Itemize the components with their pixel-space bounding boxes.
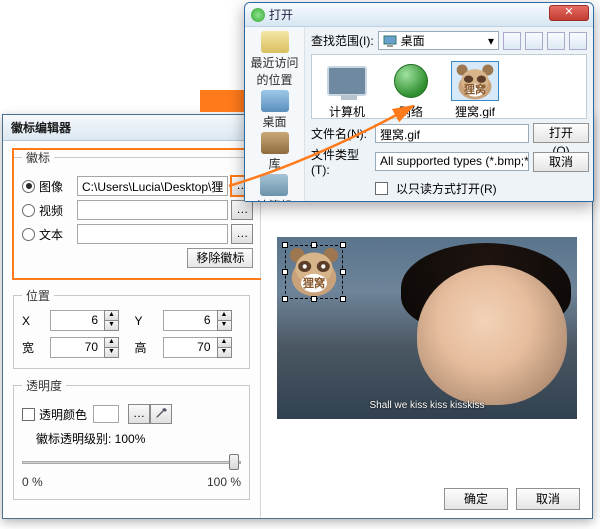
file-item-computer[interactable]: 计算机 bbox=[318, 61, 376, 112]
transparent-color-label: 透明颜色 bbox=[39, 406, 87, 423]
readonly-label: 以只读方式打开(R) bbox=[396, 180, 497, 197]
open-titlebar[interactable]: 打开 ✕ bbox=[245, 3, 593, 27]
x-up[interactable]: ▲ bbox=[104, 310, 119, 320]
raccoon-icon: 狸窝 bbox=[453, 62, 497, 100]
editor-title-text: 徽标编辑器 bbox=[11, 119, 71, 136]
w-down[interactable]: ▼ bbox=[104, 347, 119, 358]
value-h[interactable]: 70 bbox=[163, 337, 217, 358]
filename-label: 文件名(N): bbox=[311, 125, 371, 142]
value-y[interactable]: 6 bbox=[163, 310, 217, 331]
open-close-button[interactable]: ✕ bbox=[549, 5, 589, 21]
opacity-0: 0 % bbox=[22, 475, 43, 489]
value-w[interactable]: 70 bbox=[50, 337, 104, 358]
spinner-h[interactable]: 70 ▲▼ bbox=[163, 337, 242, 358]
transparent-color-checkbox[interactable] bbox=[22, 408, 35, 421]
open-cancel-button[interactable]: 取消 bbox=[533, 152, 589, 172]
label-x: X bbox=[22, 314, 44, 328]
eyedropper-button[interactable] bbox=[150, 404, 172, 424]
h-down[interactable]: ▼ bbox=[217, 347, 232, 358]
radio-image-label: 图像 bbox=[39, 178, 77, 195]
label-w: 宽 bbox=[22, 339, 44, 356]
nav-up-button[interactable] bbox=[525, 32, 543, 50]
open-button[interactable]: 打开(O) bbox=[533, 123, 589, 143]
open-dialog-icon bbox=[251, 8, 265, 22]
lookin-label: 查找范围(I): bbox=[311, 32, 374, 49]
video-browse-button[interactable]: … bbox=[231, 200, 253, 220]
text-browse-button[interactable]: … bbox=[231, 224, 253, 244]
spinner-y[interactable]: 6 ▲▼ bbox=[163, 310, 242, 331]
radio-text-label: 文本 bbox=[39, 226, 77, 243]
position-group: 位置 X 6 ▲▼ Y 6 ▲▼ 宽 70 ▲▼ bbox=[13, 287, 250, 369]
nav-newfolder-button[interactable] bbox=[547, 32, 565, 50]
desktop-icon bbox=[383, 35, 397, 47]
place-computer[interactable]: 计算机 bbox=[256, 174, 292, 201]
nav-views-button[interactable] bbox=[569, 32, 587, 50]
label-h: 高 bbox=[135, 339, 157, 356]
slider-thumb[interactable] bbox=[229, 454, 239, 470]
radio-image[interactable] bbox=[22, 180, 35, 193]
opacity-100: 100 % bbox=[207, 475, 241, 489]
label-y: Y bbox=[135, 314, 157, 328]
opacity-level-label: 徽标透明级别: 100% bbox=[36, 430, 241, 447]
text-input[interactable] bbox=[77, 224, 228, 244]
place-desktop[interactable]: 桌面 bbox=[261, 90, 289, 130]
file-item-raccoon[interactable]: 狸窝 狸窝.gif bbox=[446, 61, 504, 112]
file-item-network[interactable]: 网络 bbox=[382, 61, 440, 112]
spinner-x[interactable]: 6 ▲▼ bbox=[50, 310, 129, 331]
filetype-label: 文件类型(T): bbox=[311, 146, 371, 177]
filename-input[interactable]: 狸窝.gif bbox=[375, 124, 529, 143]
x-down[interactable]: ▼ bbox=[104, 320, 119, 331]
open-dialog: 打开 ✕ 最近访问的位置 桌面 库 计算机 网络 查找范围(I): 桌面 ▾ bbox=[244, 2, 594, 202]
remove-badge-button[interactable]: 移除徽标 bbox=[187, 248, 253, 268]
y-up[interactable]: ▲ bbox=[217, 310, 232, 320]
svg-text:狸窝: 狸窝 bbox=[302, 276, 325, 290]
transparency-legend: 透明度 bbox=[22, 377, 66, 394]
place-recent[interactable]: 最近访问的位置 bbox=[245, 31, 304, 88]
nav-back-button[interactable] bbox=[503, 32, 521, 50]
position-legend: 位置 bbox=[22, 287, 54, 304]
radio-video-label: 视频 bbox=[39, 202, 77, 219]
h-up[interactable]: ▲ bbox=[217, 337, 232, 347]
readonly-checkbox[interactable] bbox=[375, 182, 388, 195]
radio-video[interactable] bbox=[22, 204, 35, 217]
y-down[interactable]: ▼ bbox=[217, 320, 232, 331]
transparent-color-swatch[interactable] bbox=[93, 405, 119, 423]
place-lib[interactable]: 库 bbox=[261, 132, 289, 172]
file-list[interactable]: 计算机 网络 狸窝 bbox=[311, 54, 587, 119]
preview-subtitle: Shall we kiss kiss kisskiss bbox=[277, 400, 577, 411]
transparency-group: 透明度 透明颜色 … 徽标透明级别: 100% 0 % 100 % bbox=[13, 377, 250, 500]
badge-overlay[interactable]: 狸窝 bbox=[285, 245, 343, 299]
eyedropper-icon bbox=[154, 407, 168, 421]
badge-source-group: 徽标 图像 C:\Users\Lucia\Desktop\狸 … 视频 … 文本 bbox=[13, 149, 262, 279]
places-bar: 最近访问的位置 桌面 库 计算机 网络 bbox=[245, 27, 305, 201]
editor-cancel-button[interactable]: 取消 bbox=[516, 488, 580, 510]
badge-source-legend: 徽标 bbox=[22, 149, 54, 166]
spinner-w[interactable]: 70 ▲▼ bbox=[50, 337, 129, 358]
w-up[interactable]: ▲ bbox=[104, 337, 119, 347]
radio-text[interactable] bbox=[22, 228, 35, 241]
svg-text:狸窝: 狸窝 bbox=[463, 82, 486, 96]
value-x[interactable]: 6 bbox=[50, 310, 104, 331]
editor-left-pane: 徽标 图像 C:\Users\Lucia\Desktop\狸 … 视频 … 文本 bbox=[3, 141, 261, 518]
lookin-select[interactable]: 桌面 ▾ bbox=[378, 31, 499, 50]
filetype-select[interactable]: All supported types (*.bmp;*.jpg;*.jp ▾ bbox=[375, 152, 529, 171]
open-title-text: 打开 bbox=[269, 6, 293, 23]
opacity-slider[interactable] bbox=[22, 453, 241, 471]
color-more-button[interactable]: … bbox=[128, 404, 150, 424]
image-path-input[interactable]: C:\Users\Lucia\Desktop\狸 bbox=[77, 176, 228, 196]
raccoon-icon: 狸窝 bbox=[286, 246, 342, 298]
video-path-input[interactable] bbox=[77, 200, 228, 220]
preview-video: Shall we kiss kiss kisskiss 狸窝 bbox=[277, 237, 577, 419]
background-accent bbox=[200, 90, 244, 112]
editor-ok-button[interactable]: 确定 bbox=[444, 488, 508, 510]
